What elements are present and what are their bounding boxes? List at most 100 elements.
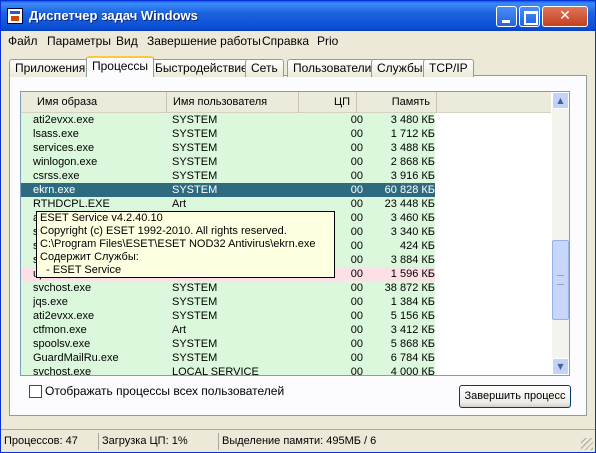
process-row[interactable]: ekrn.exe SYSTEM 00 60 828 КБ — [21, 183, 551, 197]
process-memory: 3 412 КБ — [390, 324, 435, 336]
process-name: services.exe — [33, 142, 95, 154]
process-row[interactable]: csrss.exe SYSTEM 00 3 916 КБ — [21, 169, 551, 183]
tab-services[interactable]: Службы — [371, 59, 429, 77]
menu-bar: Файл Параметры Вид Завершение работы Спр… — [1, 31, 595, 51]
tab-processes[interactable]: Процессы — [86, 56, 155, 77]
menu-help[interactable]: Справка — [262, 34, 309, 48]
tab-performance[interactable]: Быстродействие — [149, 59, 254, 77]
process-row[interactable]: services.exe SYSTEM 00 3 488 КБ — [21, 141, 551, 155]
title-bar[interactable]: Диспетчер задач Windows ✕ — [1, 1, 595, 31]
process-memory: 3 480 КБ — [390, 114, 435, 126]
process-row[interactable]: ati2evxx.exe SYSTEM 00 5 156 КБ — [21, 309, 551, 323]
process-cpu: 00 — [350, 128, 363, 140]
process-memory: 5 156 КБ — [390, 310, 435, 322]
maximize-button[interactable] — [519, 6, 540, 27]
tooltip-line: - ESET Service — [40, 264, 122, 276]
process-name: lsass.exe — [33, 128, 79, 140]
process-memory: 1 384 КБ — [390, 296, 435, 308]
minimize-button[interactable] — [496, 6, 517, 27]
process-row[interactable]: lsass.exe SYSTEM 00 1 712 КБ — [21, 127, 551, 141]
process-user: SYSTEM — [172, 296, 218, 308]
status-process-count: Процессов: 47 — [4, 435, 78, 447]
tooltip-line: Copyright (c) ESET 1992-2010. All rights… — [40, 225, 287, 237]
header-image-name[interactable]: Имя образа — [21, 92, 167, 113]
status-bar: Процессов: 47 Загрузка ЦП: 1% Выделение … — [1, 429, 595, 452]
task-manager-window: Диспетчер задач Windows ✕ Файл Параметры… — [0, 0, 596, 453]
tab-tcpip[interactable]: TCP/IP — [423, 59, 474, 77]
process-row[interactable]: spoolsv.exe SYSTEM 00 5 868 КБ — [21, 337, 551, 351]
process-cpu: 00 — [350, 142, 363, 154]
process-cpu: 00 — [350, 170, 363, 182]
menu-view[interactable]: Вид — [116, 34, 138, 48]
process-memory: 23 448 КБ — [384, 198, 435, 210]
vertical-scrollbar[interactable]: ▲ ▼ — [552, 92, 569, 375]
process-name: ati2evxx.exe — [33, 310, 95, 322]
tooltip-line: C:\Program Files\ESET\ESET NOD32 Antivir… — [40, 238, 316, 250]
process-cpu: 00 — [350, 366, 363, 376]
status-memory: Выделение памяти: 495МБ / 6 — [218, 433, 578, 450]
tab-applications[interactable]: Приложения — [9, 59, 92, 77]
end-process-button[interactable]: Завершить процесс — [459, 385, 571, 408]
window-title: Диспетчер задач Windows — [29, 8, 198, 23]
tab-users[interactable]: Пользователи — [287, 59, 378, 77]
tab-network[interactable]: Сеть — [245, 59, 284, 77]
process-user: Art — [172, 324, 187, 336]
header-user-name[interactable]: Имя пользователя — [167, 92, 299, 113]
process-row[interactable]: winlogon.exe SYSTEM 00 2 868 КБ — [21, 155, 551, 169]
process-memory: 60 828 КБ — [384, 184, 435, 196]
process-row[interactable]: svchost.exe SYSTEM 00 38 872 КБ — [21, 281, 551, 295]
process-cpu: 00 — [350, 156, 363, 168]
process-name: ctfmon.exe — [33, 324, 87, 336]
header-memory[interactable]: Память — [357, 92, 437, 113]
process-row[interactable]: GuardMailRu.exe SYSTEM 00 6 784 КБ — [21, 351, 551, 365]
process-user: SYSTEM — [172, 156, 218, 168]
resize-grip-icon[interactable] — [581, 438, 593, 450]
process-name: winlogon.exe — [33, 156, 98, 168]
process-user: SYSTEM — [172, 338, 218, 350]
process-name: svchost.exe — [33, 366, 92, 376]
process-row[interactable]: ati2evxx.exe SYSTEM 00 3 480 КБ — [21, 113, 551, 127]
close-icon: ✕ — [559, 8, 571, 24]
process-cpu: 00 — [350, 184, 363, 196]
process-user: SYSTEM — [172, 114, 218, 126]
process-memory: 1 596 КБ — [390, 268, 435, 280]
show-all-processes-label: Отображать процессы всех пользователей — [45, 384, 285, 398]
process-memory: 3 460 КБ — [390, 212, 435, 224]
process-row[interactable]: svchost.exe LOCAL SERVICE 00 4 000 КБ — [21, 365, 551, 376]
task-manager-icon — [7, 8, 23, 24]
process-name: ati2evxx.exe — [33, 114, 95, 126]
process-user: SYSTEM — [172, 282, 218, 294]
process-user: SYSTEM — [172, 142, 218, 154]
process-memory: 2 868 КБ — [390, 156, 435, 168]
show-all-processes-checkbox[interactable] — [29, 385, 42, 398]
status-cpu-usage: Загрузка ЦП: 1% — [98, 433, 214, 450]
scroll-up-icon[interactable]: ▲ — [552, 92, 569, 109]
scroll-thumb[interactable] — [552, 240, 569, 320]
process-cpu: 00 — [350, 338, 363, 350]
header-cpu[interactable]: ЦП — [299, 92, 357, 113]
process-row[interactable]: ctfmon.exe Art 00 3 412 КБ — [21, 323, 551, 337]
process-cpu: 00 — [350, 198, 363, 210]
close-button[interactable]: ✕ — [542, 6, 588, 27]
process-cpu: 00 — [350, 352, 363, 364]
process-memory: 3 884 КБ — [390, 254, 435, 266]
process-memory: 1 712 КБ — [390, 128, 435, 140]
process-user: SYSTEM — [172, 352, 218, 364]
scroll-down-icon[interactable]: ▼ — [552, 358, 569, 375]
process-memory: 6 784 КБ — [390, 352, 435, 364]
menu-options[interactable]: Параметры — [47, 34, 111, 48]
menu-shutdown[interactable]: Завершение работы — [147, 34, 261, 48]
menu-file[interactable]: Файл — [8, 34, 38, 48]
process-memory: 4 000 КБ — [390, 366, 435, 376]
process-cpu: 00 — [350, 324, 363, 336]
process-row[interactable]: jqs.exe SYSTEM 00 1 384 КБ — [21, 295, 551, 309]
process-name: RTHDCPL.EXE — [33, 198, 110, 210]
process-memory: 3 916 КБ — [390, 170, 435, 182]
tooltip-line: ESET Service v4.2.40.10 — [40, 212, 163, 224]
process-user: SYSTEM — [172, 184, 218, 196]
process-name: jqs.exe — [33, 296, 68, 308]
process-row[interactable]: RTHDCPL.EXE Art 00 23 448 КБ — [21, 197, 551, 211]
menu-prio[interactable]: Prio — [317, 34, 338, 48]
process-name: GuardMailRu.exe — [33, 352, 119, 364]
process-user: SYSTEM — [172, 128, 218, 140]
